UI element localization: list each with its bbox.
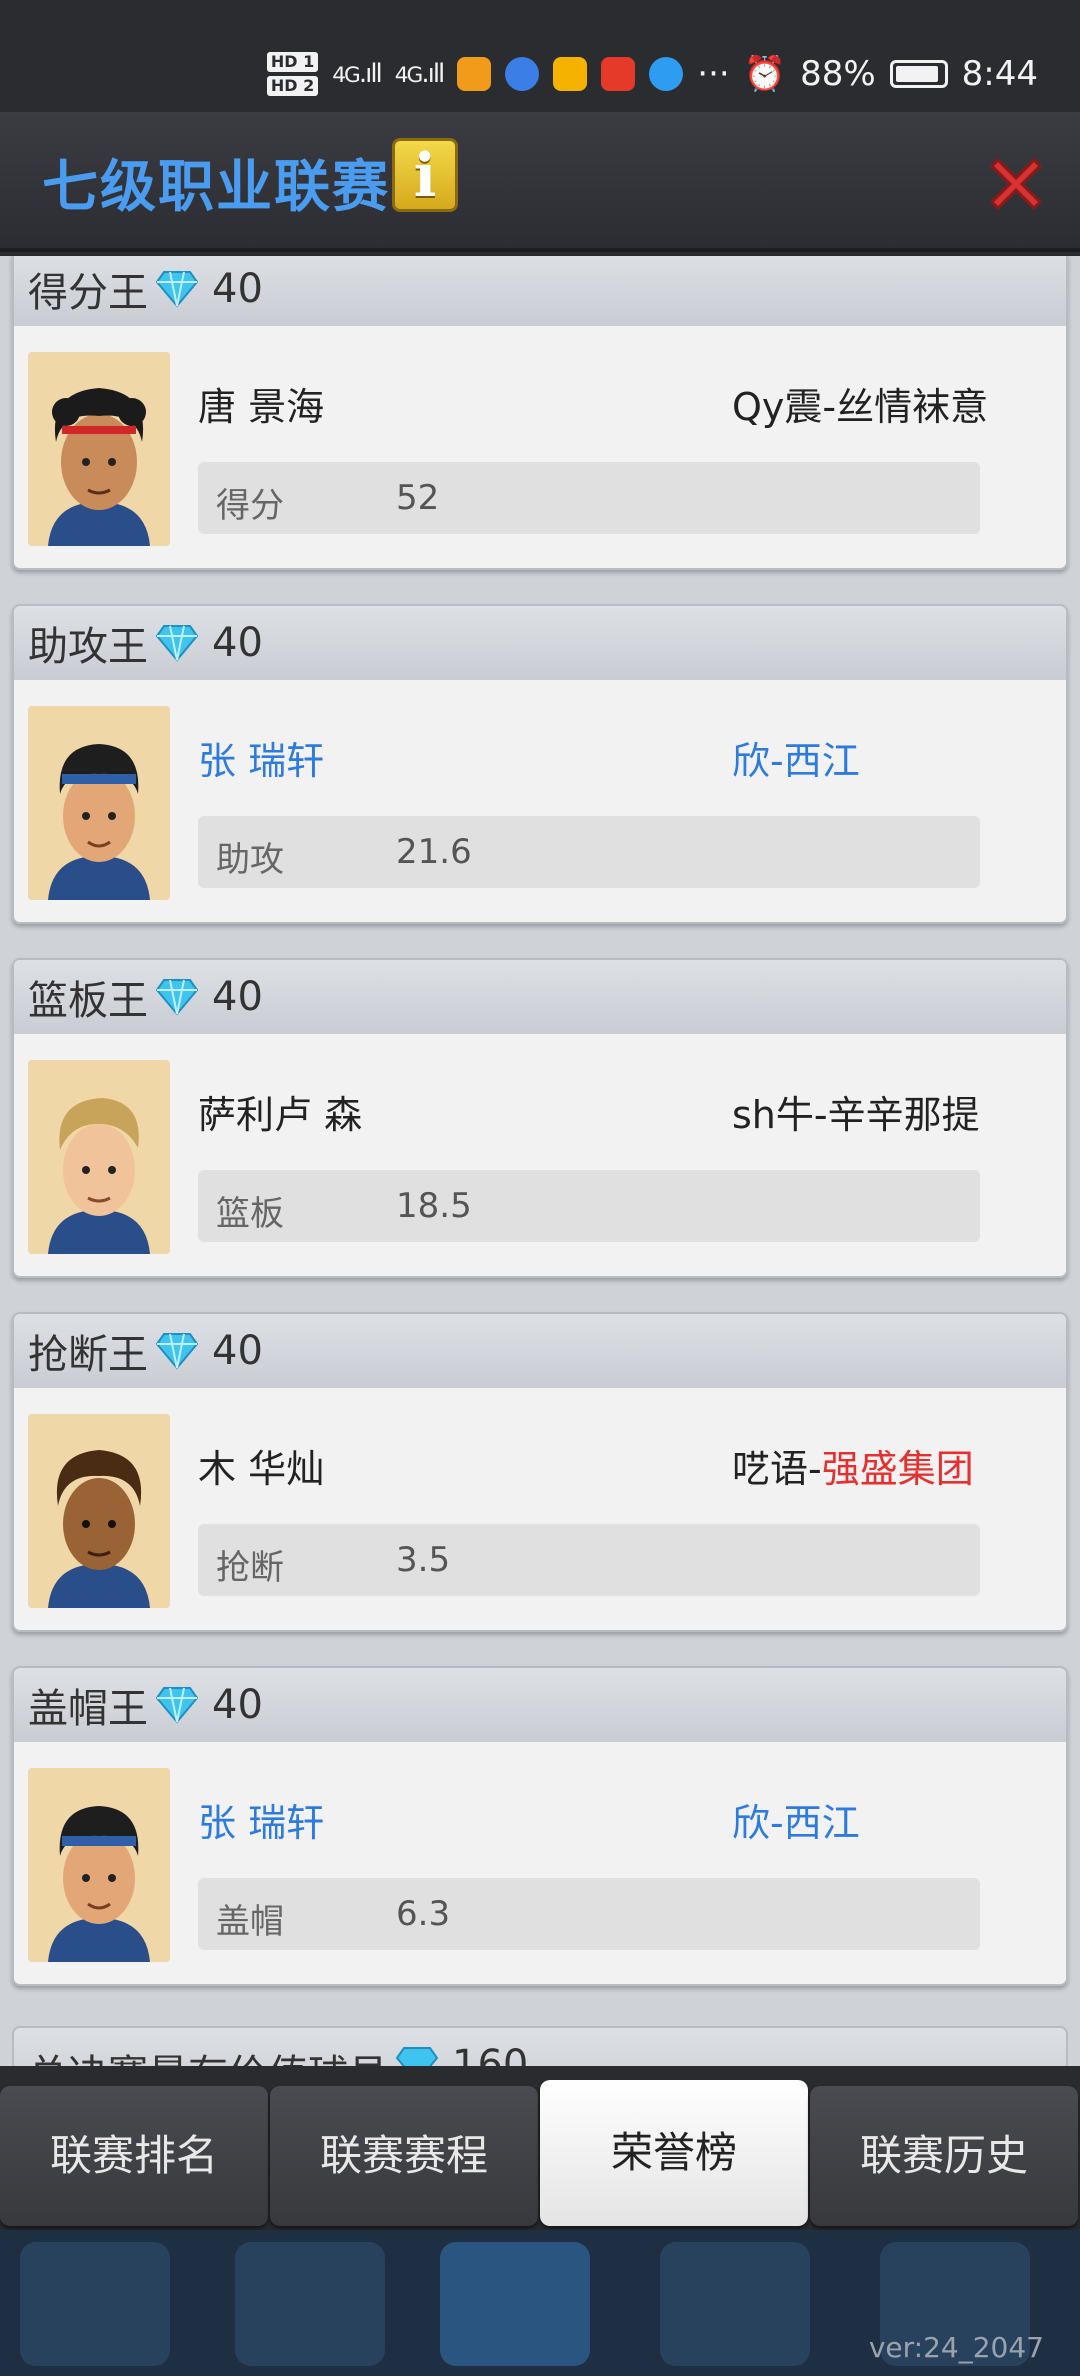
header-bar: 七级职业联赛 i xyxy=(0,112,1080,252)
award-title: 抢断王 xyxy=(28,1332,148,1378)
hd-indicator: HD 1 HD 2 xyxy=(266,52,319,96)
close-icon[interactable] xyxy=(984,152,1048,216)
player-name[interactable]: 唐 景海 xyxy=(198,376,324,431)
award-card-blocks: 盖帽王 40 张 瑞轩 欣-西江 盖帽 6.3 xyxy=(12,1666,1068,1986)
weibo-icon xyxy=(553,57,588,91)
award-reward: 160 xyxy=(452,2042,529,2066)
diamond-icon xyxy=(156,1333,198,1370)
page-title: 七级职业联赛 xyxy=(42,155,390,220)
award-title: 总决赛最有价值球员 xyxy=(28,2042,388,2066)
team-name[interactable]: Qy震-丝情袜意 xyxy=(732,376,988,431)
diamond-icon xyxy=(156,625,198,662)
stat-box: 得分 52 xyxy=(198,462,980,534)
clock: 8:44 xyxy=(961,54,1038,94)
player-avatar[interactable] xyxy=(28,1768,170,1962)
award-header: 篮板王 40 xyxy=(14,960,1066,1034)
stat-value: 3.5 xyxy=(396,1540,451,1580)
stat-label: 篮板 xyxy=(216,1194,284,1234)
signal-icon: 4G.ıll xyxy=(332,59,382,89)
menu-icon-4 xyxy=(660,2242,810,2366)
bottom-menu-dimmed: ver:24_2047 xyxy=(0,2230,1080,2376)
battery-percent: 88% xyxy=(800,54,876,94)
stat-label: 助攻 xyxy=(216,840,284,880)
signal-icon-2: 4G.ıll xyxy=(394,59,445,89)
player-name[interactable]: 木 华灿 xyxy=(198,1438,324,1493)
diamond-icon xyxy=(156,271,198,308)
menu-icon-1 xyxy=(20,2242,170,2366)
award-header: 得分王 40 xyxy=(14,256,1066,326)
award-title: 得分王 xyxy=(28,270,148,316)
stat-box: 篮板 18.5 xyxy=(198,1170,980,1242)
award-reward: 40 xyxy=(212,620,263,666)
award-title: 盖帽王 xyxy=(28,1686,148,1732)
stat-value: 6.3 xyxy=(396,1894,451,1934)
award-reward: 40 xyxy=(212,974,263,1020)
award-header: 助攻王 40 xyxy=(14,606,1066,680)
honor-list[interactable]: 得分王 40 唐 景海 Qy震-丝情袜意 得分 52 助攻王 40 张 瑞轩 欣… xyxy=(0,256,1080,2066)
stat-value: 52 xyxy=(396,478,440,518)
menu-icon-2 xyxy=(235,2242,385,2366)
diamond-icon xyxy=(156,979,198,1016)
battery-icon xyxy=(889,60,948,88)
stat-box: 盖帽 6.3 xyxy=(198,1878,980,1950)
team-name[interactable]: 欣-西江 xyxy=(732,730,860,785)
more-notifications-icon: ··· xyxy=(697,54,730,94)
player-avatar[interactable] xyxy=(28,1060,170,1254)
tab-league-history[interactable]: 联赛历史 xyxy=(810,2086,1078,2226)
award-card-finals-mvp: 总决赛最有价值球员 160 xyxy=(12,2026,1068,2066)
player-name[interactable]: 张 瑞轩 xyxy=(198,730,324,785)
award-reward: 40 xyxy=(212,1328,263,1374)
status-bar: HD 1 HD 2 4G.ıll 4G.ıll ··· ⏰ 88% 8:44 xyxy=(0,0,1080,112)
diamond-icon xyxy=(156,1687,198,1724)
tab-honor-board[interactable]: 荣誉榜 xyxy=(540,2080,808,2226)
award-card-steals: 抢断王 40 木 华灿 呓语-强盛集团 抢断 3.5 xyxy=(12,1312,1068,1632)
diamond-icon xyxy=(396,2047,438,2066)
tab-league-schedule[interactable]: 联赛赛程 xyxy=(270,2086,538,2226)
award-reward: 40 xyxy=(212,266,263,312)
info-button[interactable]: i xyxy=(392,138,458,212)
award-card-rebounds: 篮板王 40 萨利卢 森 sh牛-辛辛那提 篮板 18.5 xyxy=(12,958,1068,1278)
video-app-icon xyxy=(457,57,492,91)
team-name[interactable]: 呓语-强盛集团 xyxy=(732,1438,974,1493)
stat-box: 抢断 3.5 xyxy=(198,1524,980,1596)
stat-value: 21.6 xyxy=(396,832,472,872)
player-name[interactable]: 萨利卢 森 xyxy=(198,1084,362,1139)
award-reward: 40 xyxy=(212,1682,263,1728)
team-name[interactable]: 欣-西江 xyxy=(732,1792,860,1847)
tab-league-ranking[interactable]: 联赛排名 xyxy=(0,2086,268,2226)
stat-box: 助攻 21.6 xyxy=(198,816,980,888)
player-name[interactable]: 张 瑞轩 xyxy=(198,1792,324,1847)
tab-bar: 联赛排名 联赛赛程 荣誉榜 联赛历史 xyxy=(0,2080,1080,2230)
stat-label: 得分 xyxy=(216,486,284,526)
player-avatar[interactable] xyxy=(28,352,170,546)
team-name[interactable]: sh牛-辛辛那提 xyxy=(732,1084,980,1139)
award-title: 助攻王 xyxy=(28,624,148,670)
stat-label: 盖帽 xyxy=(216,1902,284,1942)
status-icons: HD 1 HD 2 4G.ıll 4G.ıll ··· ⏰ 88% 8:44 xyxy=(266,44,1038,104)
stat-value: 18.5 xyxy=(396,1186,472,1226)
taobao-icon xyxy=(601,57,636,91)
browser-icon xyxy=(505,57,540,91)
version-label: ver:24_2047 xyxy=(868,2331,1044,2364)
award-header: 盖帽王 40 xyxy=(14,1668,1066,1742)
alarm-icon: ⏰ xyxy=(743,54,787,94)
award-title: 篮板王 xyxy=(28,978,148,1024)
player-avatar[interactable] xyxy=(28,706,170,900)
message-icon xyxy=(649,57,684,91)
award-card-scoring: 得分王 40 唐 景海 Qy震-丝情袜意 得分 52 xyxy=(12,256,1068,570)
stat-label: 抢断 xyxy=(216,1548,284,1588)
player-avatar[interactable] xyxy=(28,1414,170,1608)
award-card-assists: 助攻王 40 张 瑞轩 欣-西江 助攻 21.6 xyxy=(12,604,1068,924)
award-header: 抢断王 40 xyxy=(14,1314,1066,1388)
menu-icon-3 xyxy=(440,2242,590,2366)
